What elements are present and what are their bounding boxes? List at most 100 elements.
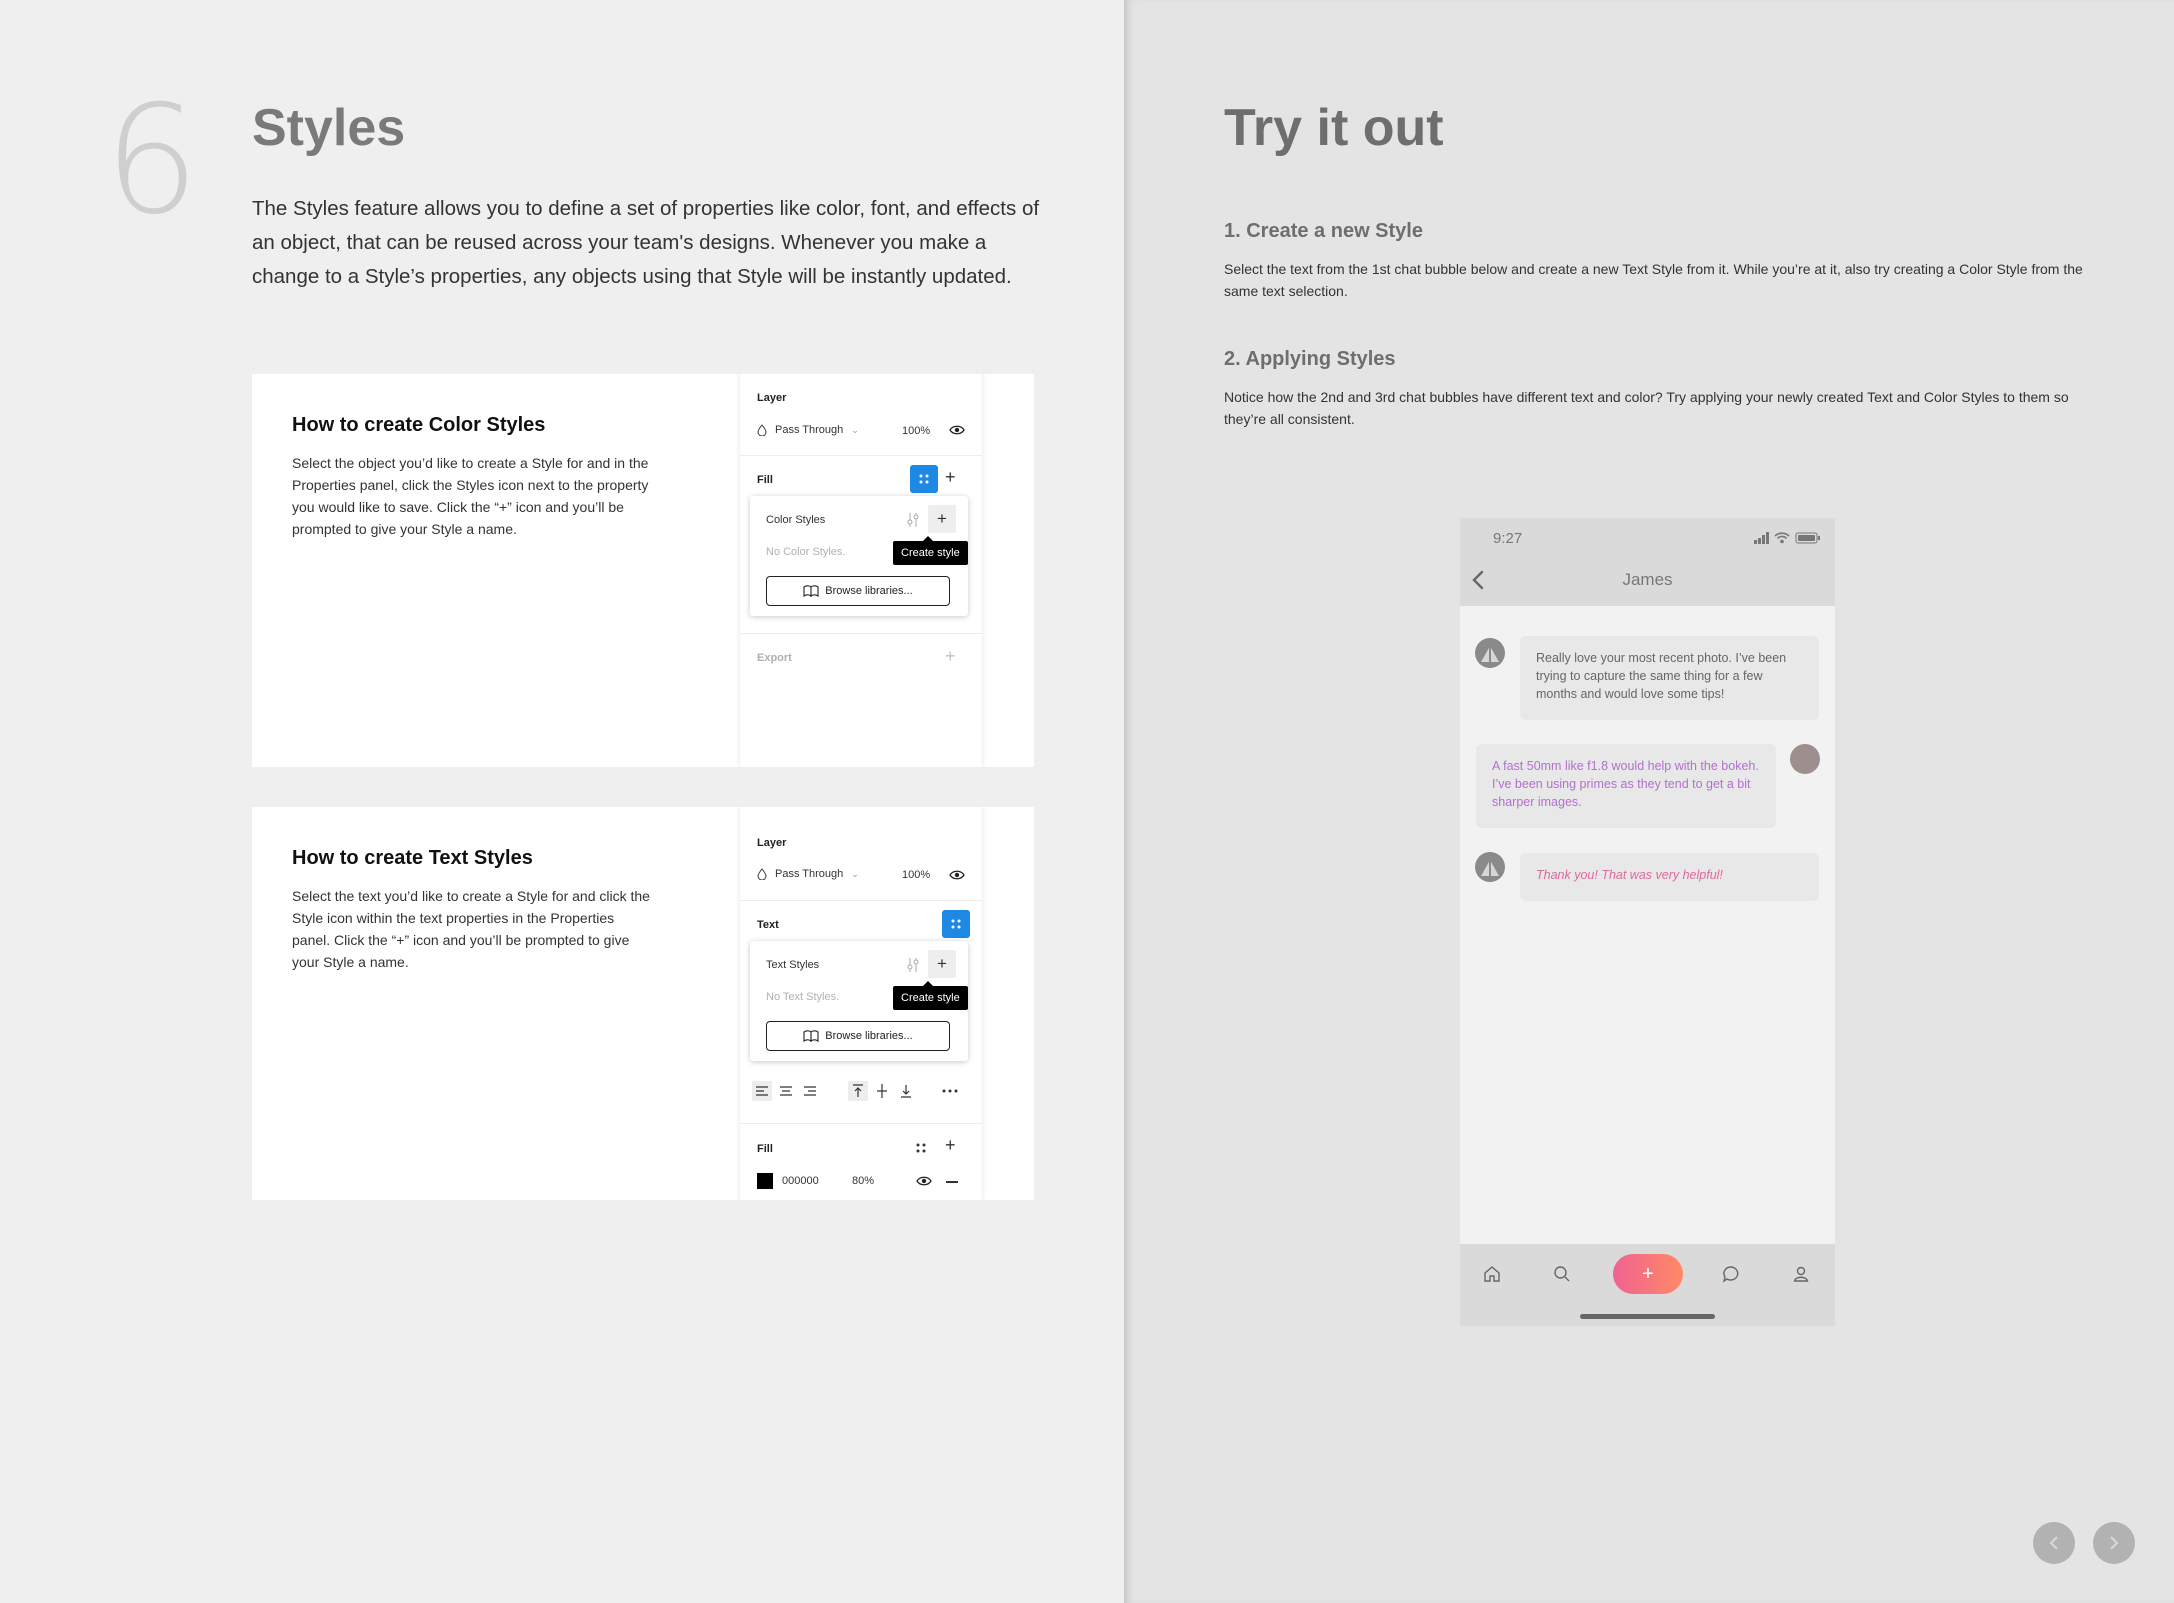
create-style-button[interactable]: +	[928, 505, 956, 533]
styles-grid-icon	[919, 474, 929, 484]
page-title: Styles	[252, 99, 406, 157]
home-icon[interactable]	[1483, 1265, 1501, 1283]
fill-opacity[interactable]: 80%	[852, 1175, 874, 1187]
card-heading: How to create Text Styles	[292, 847, 533, 869]
contact-name: James	[1622, 570, 1673, 589]
blend-mode-select[interactable]: Pass Through ⌄	[757, 424, 859, 436]
create-style-button[interactable]: +	[928, 950, 956, 978]
compose-button[interactable]: +	[1613, 1254, 1683, 1294]
add-fill-icon[interactable]: +	[945, 1135, 956, 1156]
remove-fill-icon[interactable]	[946, 1181, 958, 1183]
align-right-icon[interactable]	[800, 1081, 820, 1101]
search-icon[interactable]	[1553, 1265, 1571, 1283]
create-style-tooltip: Create style	[893, 536, 968, 565]
book-icon	[803, 1030, 819, 1042]
align-top-icon	[853, 1084, 863, 1097]
lesson-page-left: 6 Styles The Styles feature allows you t…	[0, 0, 1124, 1603]
empty-state-text: No Color Styles.	[766, 546, 846, 558]
chat-bubble-1[interactable]: Really love your most recent photo. I’ve…	[1520, 636, 1819, 720]
browse-label: Browse libraries...	[825, 585, 913, 597]
intro-paragraph: The Styles feature allows you to define …	[252, 197, 1040, 288]
styles-grid-icon[interactable]	[915, 1142, 927, 1154]
card-body: Select the text you’d like to create a S…	[292, 888, 650, 970]
fill-swatch[interactable]	[757, 1173, 773, 1189]
plus-icon: +	[937, 954, 947, 973]
text-label: Text	[757, 919, 779, 931]
add-export-icon[interactable]: +	[945, 646, 956, 667]
empty-state-text: No Text Styles.	[766, 991, 840, 1003]
contact-avatar	[1475, 852, 1505, 882]
text-styles-grid-button[interactable]	[942, 910, 970, 938]
chevron-down-icon: ⌄	[851, 424, 859, 435]
popup-title: Color Styles	[766, 514, 826, 526]
plus-icon: +	[1642, 1262, 1654, 1285]
export-label: Export	[757, 652, 792, 664]
blend-mode-value: Pass Through	[775, 424, 844, 436]
opacity-value[interactable]: 100%	[902, 425, 930, 437]
user-avatar	[1790, 744, 1820, 774]
adjust-icon[interactable]	[906, 957, 920, 973]
more-options-icon[interactable]	[940, 1081, 960, 1101]
battery-icon	[1795, 532, 1820, 544]
avatar-icon	[1481, 860, 1499, 876]
try-it-out-title: Try it out	[1224, 99, 1444, 157]
step1-body: Select the text from the 1st chat bubble…	[1224, 261, 2083, 299]
align-left-icon	[756, 1086, 768, 1096]
properties-panel: Layer Pass Through ⌄ 100% Text Text Styl…	[739, 807, 983, 1200]
color-styles-card: How to create Color Styles Select the ob…	[252, 374, 1034, 767]
blend-mode-select[interactable]: Pass Through ⌄	[757, 868, 859, 880]
tab-bar: +	[1460, 1244, 1835, 1326]
layer-label: Layer	[757, 392, 787, 404]
popup-title: Text Styles	[766, 959, 820, 971]
book-icon	[803, 585, 819, 597]
prev-page-button[interactable]	[2033, 1522, 2075, 1564]
fill-label: Fill	[757, 1143, 773, 1155]
add-fill-icon[interactable]: +	[945, 467, 956, 488]
step-number: 6	[104, 74, 200, 248]
eye-icon[interactable]	[949, 424, 965, 436]
contact-avatar	[1475, 638, 1505, 668]
align-middle-icon[interactable]	[872, 1081, 892, 1101]
step1-heading: 1. Create a new Style	[1224, 220, 1423, 242]
text-styles-popup: Text Styles + No Text Styles. Create sty…	[750, 941, 968, 1061]
align-top-button[interactable]	[848, 1081, 868, 1101]
chat-bubble-3[interactable]: Thank you! That was very helpful!	[1520, 853, 1819, 901]
signal-icon	[1754, 532, 1769, 544]
card-body: Select the object you’d like to create a…	[292, 455, 649, 537]
fill-label: Fill	[757, 474, 773, 486]
opacity-value[interactable]: 100%	[902, 869, 930, 881]
align-center-icon[interactable]	[776, 1081, 796, 1101]
styles-grid-button[interactable]	[910, 465, 938, 493]
browse-libraries-button[interactable]: Browse libraries...	[766, 1021, 950, 1051]
chat-bubble-2[interactable]: A fast 50mm like f1.8 would help with th…	[1476, 744, 1776, 828]
align-left-button[interactable]	[752, 1081, 772, 1101]
card-heading: How to create Color Styles	[292, 414, 546, 436]
chat-icon[interactable]	[1722, 1265, 1740, 1283]
adjust-icon[interactable]	[906, 512, 920, 528]
color-styles-popup: Color Styles + No Color Styles. Create s…	[750, 496, 968, 616]
text-styles-card: How to create Text Styles Select the tex…	[252, 807, 1034, 1200]
create-style-tooltip: Create style	[893, 981, 968, 1010]
eye-icon[interactable]	[916, 1175, 932, 1187]
blend-mode-value: Pass Through	[775, 868, 844, 880]
blend-drop-icon	[757, 868, 767, 880]
styles-grid-icon	[951, 919, 961, 929]
wifi-icon	[1774, 532, 1790, 544]
phone-header: 9:27 James	[1460, 518, 1835, 606]
home-indicator	[1580, 1314, 1715, 1319]
phone-mockup: 9:27 James Really love your most recent …	[1460, 518, 1835, 1326]
properties-panel: Layer Pass Through ⌄ 100% Fill + Color S…	[739, 374, 983, 767]
align-bottom-icon[interactable]	[896, 1081, 916, 1101]
next-page-button[interactable]	[2093, 1522, 2135, 1564]
step2-body: Notice how the 2nd and 3rd chat bubbles …	[1224, 389, 2069, 427]
blend-drop-icon	[757, 424, 767, 436]
chevron-down-icon: ⌄	[851, 868, 859, 879]
status-time: 9:27	[1493, 530, 1523, 547]
chevron-right-icon	[2110, 1536, 2119, 1550]
chevron-left-icon	[2049, 1536, 2058, 1550]
profile-icon[interactable]	[1792, 1265, 1810, 1283]
fill-hex[interactable]: 000000	[782, 1175, 819, 1187]
eye-icon[interactable]	[949, 869, 965, 881]
layer-label: Layer	[757, 837, 787, 849]
browse-libraries-button[interactable]: Browse libraries...	[766, 576, 950, 606]
